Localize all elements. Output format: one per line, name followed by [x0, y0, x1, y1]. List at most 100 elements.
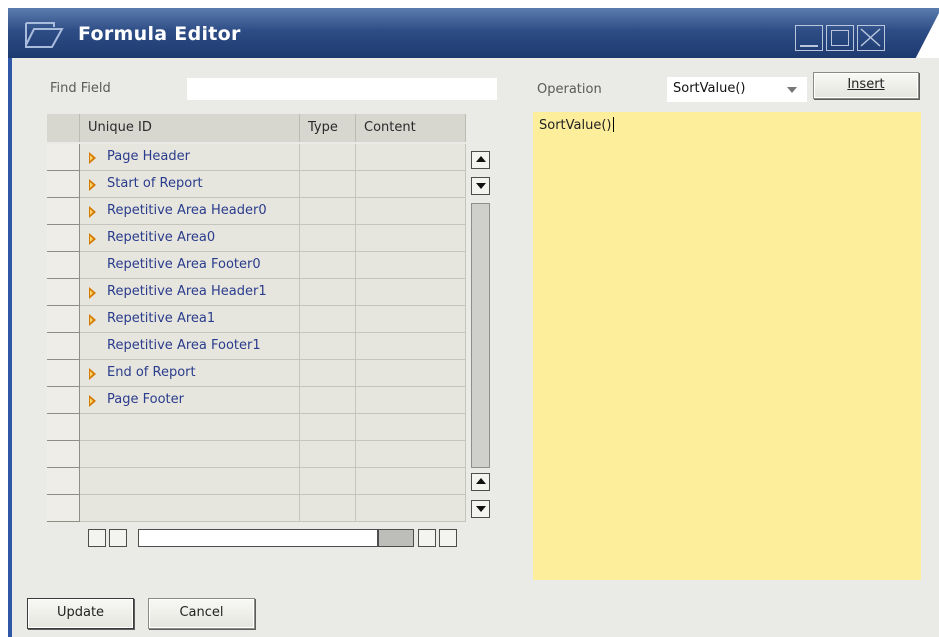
cell-type[interactable]: [300, 333, 356, 360]
update-button[interactable]: Update: [27, 598, 134, 629]
horizontal-scrollbar[interactable]: [80, 526, 470, 550]
cell-unique-id[interactable]: Start of Report: [80, 171, 300, 198]
cell-type[interactable]: [300, 171, 356, 198]
cell-type[interactable]: [300, 306, 356, 333]
cell-type[interactable]: [300, 468, 356, 495]
row-selector[interactable]: [47, 414, 80, 441]
row-selector[interactable]: [47, 468, 80, 495]
cell-content[interactable]: [356, 441, 466, 468]
row-selector[interactable]: [47, 198, 80, 225]
table-row[interactable]: Start of Report: [47, 171, 470, 198]
scroll-left-button-right[interactable]: [418, 529, 436, 547]
cell-unique-id[interactable]: [80, 414, 300, 441]
table-row[interactable]: Repetitive Area Footer1: [47, 333, 470, 360]
triangle-right-icon[interactable]: [89, 368, 96, 380]
column-header-content[interactable]: Content: [356, 114, 466, 142]
cell-content[interactable]: [356, 387, 466, 414]
table-row[interactable]: [47, 495, 470, 522]
cell-unique-id[interactable]: [80, 441, 300, 468]
table-row[interactable]: Page Header: [47, 144, 470, 171]
cell-type[interactable]: [300, 279, 356, 306]
cell-unique-id[interactable]: Repetitive Area Header1: [80, 279, 300, 306]
close-icon[interactable]: [857, 25, 885, 51]
cell-content[interactable]: [356, 333, 466, 360]
scroll-left-button[interactable]: [88, 529, 106, 547]
triangle-right-icon[interactable]: [89, 152, 96, 164]
scroll-right-button-right[interactable]: [439, 529, 457, 547]
row-selector[interactable]: [47, 252, 80, 279]
row-selector[interactable]: [47, 333, 80, 360]
row-selector[interactable]: [47, 495, 80, 522]
triangle-right-icon[interactable]: [89, 233, 96, 245]
cell-content[interactable]: [356, 414, 466, 441]
table-row[interactable]: Page Footer: [47, 387, 470, 414]
scroll-up-button[interactable]: [471, 151, 490, 169]
table-row[interactable]: Repetitive Area Header0: [47, 198, 470, 225]
horizontal-scroll-thumb[interactable]: [378, 529, 414, 547]
scroll-down-button[interactable]: [471, 177, 490, 195]
cell-type[interactable]: [300, 252, 356, 279]
cell-unique-id[interactable]: Repetitive Area Footer0: [80, 252, 300, 279]
cell-unique-id[interactable]: Repetitive Area Header0: [80, 198, 300, 225]
table-row[interactable]: [47, 414, 470, 441]
scroll-up-button-bottom[interactable]: [471, 473, 490, 491]
cell-unique-id[interactable]: Page Footer: [80, 387, 300, 414]
cell-type[interactable]: [300, 360, 356, 387]
formula-text-area[interactable]: SortValue(): [533, 112, 921, 580]
maximize-icon[interactable]: [826, 25, 854, 51]
table-row[interactable]: Repetitive Area Header1: [47, 279, 470, 306]
row-selector[interactable]: [47, 144, 80, 171]
cell-content[interactable]: [356, 306, 466, 333]
cell-type[interactable]: [300, 198, 356, 225]
find-field-input[interactable]: [187, 78, 497, 100]
row-selector[interactable]: [47, 360, 80, 387]
table-row[interactable]: [47, 468, 470, 495]
cell-content[interactable]: [356, 198, 466, 225]
table-row[interactable]: Repetitive Area Footer0: [47, 252, 470, 279]
cell-unique-id[interactable]: Repetitive Area1: [80, 306, 300, 333]
triangle-right-icon[interactable]: [89, 314, 96, 326]
row-selector[interactable]: [47, 225, 80, 252]
cell-unique-id[interactable]: Repetitive Area0: [80, 225, 300, 252]
cell-content[interactable]: [356, 225, 466, 252]
row-selector[interactable]: [47, 306, 80, 333]
minimize-icon[interactable]: [795, 25, 823, 51]
cell-unique-id[interactable]: Page Header: [80, 144, 300, 171]
table-row[interactable]: Repetitive Area0: [47, 225, 470, 252]
row-selector[interactable]: [47, 171, 80, 198]
row-selector[interactable]: [47, 441, 80, 468]
scroll-right-button[interactable]: [109, 529, 127, 547]
triangle-right-icon[interactable]: [89, 206, 96, 218]
triangle-right-icon[interactable]: [89, 179, 96, 191]
triangle-right-icon[interactable]: [89, 287, 96, 299]
scroll-down-button-bottom[interactable]: [471, 500, 490, 518]
column-header-unique-id[interactable]: Unique ID: [80, 114, 300, 142]
cell-type[interactable]: [300, 414, 356, 441]
operation-select[interactable]: SortValue(): [667, 77, 807, 102]
row-selector[interactable]: [47, 387, 80, 414]
vertical-scroll-thumb[interactable]: [471, 203, 490, 468]
cell-content[interactable]: [356, 171, 466, 198]
row-selector[interactable]: [47, 279, 80, 306]
title-bar[interactable]: Formula Editor: [8, 8, 939, 58]
vertical-scrollbar[interactable]: [469, 151, 492, 525]
cell-type[interactable]: [300, 441, 356, 468]
cell-content[interactable]: [356, 144, 466, 171]
cell-content[interactable]: [356, 495, 466, 522]
cell-type[interactable]: [300, 225, 356, 252]
cell-content[interactable]: [356, 252, 466, 279]
cell-content[interactable]: [356, 279, 466, 306]
cell-unique-id[interactable]: [80, 468, 300, 495]
table-row[interactable]: [47, 441, 470, 468]
column-header-type[interactable]: Type: [300, 114, 356, 142]
cell-content[interactable]: [356, 468, 466, 495]
cell-type[interactable]: [300, 495, 356, 522]
cell-type[interactable]: [300, 144, 356, 171]
table-row[interactable]: Repetitive Area1: [47, 306, 470, 333]
cell-unique-id[interactable]: End of Report: [80, 360, 300, 387]
triangle-right-icon[interactable]: [89, 395, 96, 407]
table-row[interactable]: End of Report: [47, 360, 470, 387]
cell-unique-id[interactable]: Repetitive Area Footer1: [80, 333, 300, 360]
cancel-button[interactable]: Cancel: [148, 598, 255, 629]
cell-content[interactable]: [356, 360, 466, 387]
